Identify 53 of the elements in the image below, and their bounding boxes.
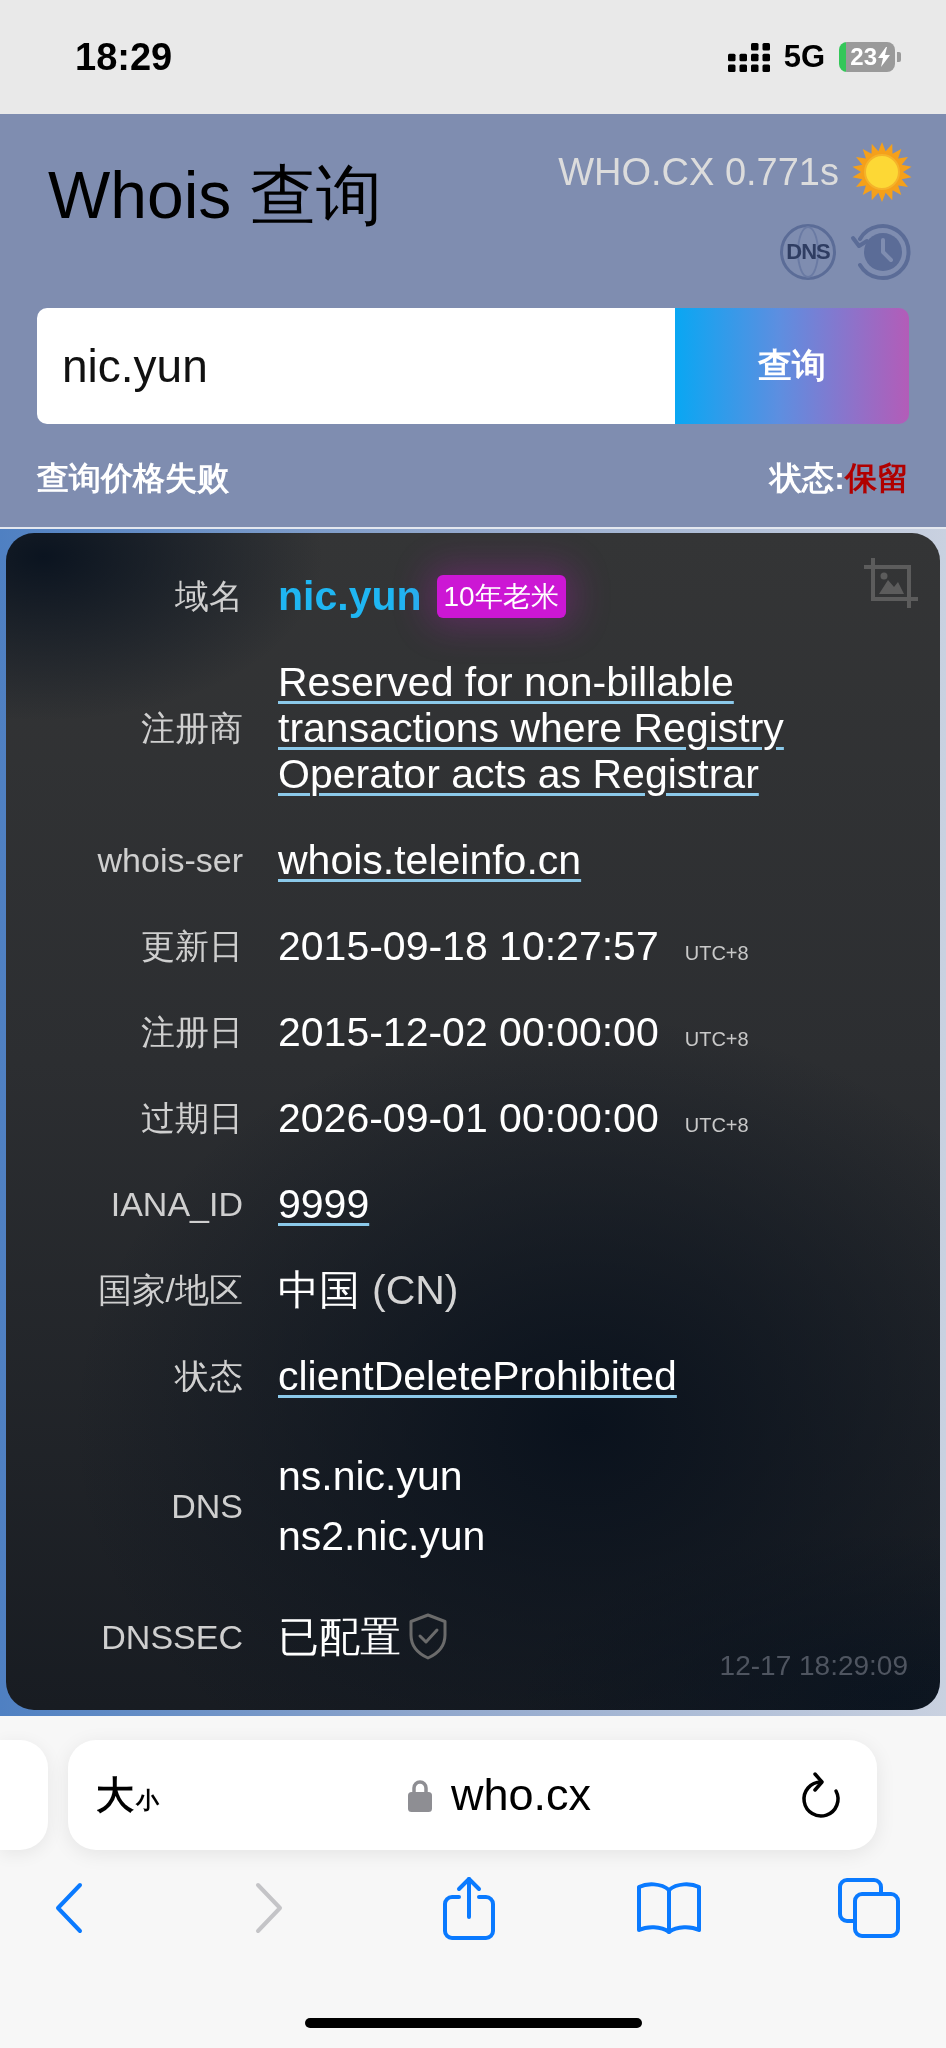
sun-icon[interactable] xyxy=(852,142,912,202)
field-label: whois-ser xyxy=(96,840,243,881)
date-value: 2026-09-01 00:00:00 xyxy=(278,1095,659,1141)
open-book-icon[interactable] xyxy=(636,1880,702,1936)
date-value: 2015-12-02 00:00:00 xyxy=(278,1009,659,1055)
field-label: 更新日 xyxy=(140,926,243,967)
field-label: 注册日 xyxy=(140,1012,243,1053)
value-link[interactable]: whois.teleinfo.cn xyxy=(278,837,582,883)
network-type: 5G xyxy=(783,39,825,75)
page-title: Whois 查询 xyxy=(48,157,382,234)
field-label: DNS xyxy=(170,1486,243,1527)
signal-icon xyxy=(727,42,770,72)
value-link[interactable]: clientDeleteProhibited xyxy=(278,1353,677,1399)
timezone-label: UTC+8 xyxy=(684,1115,749,1135)
search-button[interactable]: 查询 xyxy=(675,308,909,424)
date-value: 2015-09-18 10:27:57 xyxy=(278,923,659,969)
field-label: IANA_ID xyxy=(109,1184,243,1225)
text-size-button[interactable]: 大小 xyxy=(96,1769,159,1821)
response-time: WHO.CX 0.771s xyxy=(558,150,839,194)
field-label: DNSSEC xyxy=(100,1616,243,1658)
shield-check-icon xyxy=(409,1613,447,1660)
status-time: 18:29 xyxy=(75,35,173,79)
value-link[interactable]: 9999 xyxy=(278,1181,370,1227)
timezone-label: UTC+8 xyxy=(684,1029,749,1049)
lock-icon xyxy=(407,1778,432,1812)
chevron-left-icon[interactable] xyxy=(54,1882,84,1934)
reload-icon[interactable] xyxy=(800,1769,842,1821)
domain-age-badge: 10年老米 xyxy=(436,574,566,618)
status-value: 保留 xyxy=(845,460,909,496)
share-icon[interactable] xyxy=(442,1875,496,1941)
stacked-squares-icon[interactable] xyxy=(837,1877,901,1939)
timezone-label: UTC+8 xyxy=(684,943,749,963)
status-label: 状态: xyxy=(770,460,845,496)
dnssec-value: 已配置 xyxy=(278,1613,401,1660)
battery-percent: 23 xyxy=(850,44,877,70)
field-label: 域名 xyxy=(174,576,243,617)
query-timestamp: 12-17 18:29:09 xyxy=(719,1650,908,1682)
url-text[interactable]: who.cx xyxy=(450,1769,592,1821)
value-link[interactable]: Reserved for non-billable transactions where Registry Operator acts as Registrar xyxy=(278,659,878,797)
nameserver-text: ns.nic.yun xyxy=(278,1452,463,1501)
field-label: 过期日 xyxy=(140,1098,243,1139)
address-bar[interactable]: 大小 who.cx xyxy=(68,1740,877,1850)
image-crop-icon[interactable] xyxy=(862,556,920,610)
field-label: 国家/地区 xyxy=(96,1270,243,1311)
domain-name: nic.yun xyxy=(278,573,422,619)
price-message: 查询价格失败 xyxy=(37,460,229,496)
field-label: 状态 xyxy=(173,1356,243,1397)
country-name: 中国 xyxy=(278,1267,360,1313)
field-label: 注册商 xyxy=(140,708,243,749)
country-code: (CN) xyxy=(372,1267,459,1313)
bolt-icon xyxy=(878,47,890,67)
search-field[interactable]: nic.yun xyxy=(37,308,675,424)
nameserver-text: ns2.nic.yun xyxy=(278,1512,486,1561)
